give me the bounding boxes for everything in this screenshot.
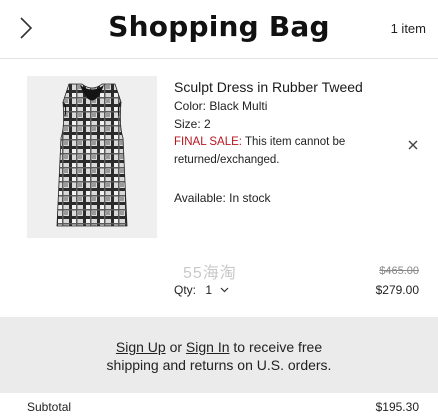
- subtotal-label: Subtotal: [27, 400, 72, 414]
- size-value: 2: [204, 117, 211, 131]
- qty-value: 1: [205, 283, 213, 297]
- product-info: Sculpt Dress in Rubber Tweed Color: Blac…: [174, 79, 394, 207]
- color-value: Black Multi: [209, 99, 268, 113]
- sign-up-link[interactable]: Sign Up: [116, 339, 166, 355]
- product-color: Color: Black Multi: [174, 97, 394, 115]
- dress-image: [56, 83, 128, 227]
- subtotal-value: $195.30: [375, 400, 419, 414]
- promo-line-2: shipping and returns on U.S. orders.: [106, 357, 332, 373]
- promo-or: or: [169, 339, 183, 355]
- header: Shopping Bag 1 item: [0, 0, 438, 58]
- close-icon: [408, 140, 418, 150]
- signin-promo-banner: Sign Up or Sign In to receive free shipp…: [0, 317, 438, 393]
- availability-label: Available:: [174, 191, 226, 205]
- product-name[interactable]: Sculpt Dress in Rubber Tweed: [174, 79, 394, 97]
- quantity-control: Qty: 1: [174, 282, 229, 298]
- promo-suffix: to receive free: [233, 339, 323, 355]
- item-count: 1 item: [390, 21, 426, 36]
- availability-value: In stock: [229, 191, 271, 205]
- subtotal-row: Subtotal $195.30: [0, 398, 438, 418]
- cart-item: Sculpt Dress in Rubber Tweed Color: Blac…: [0, 59, 438, 317]
- chevron-down-icon: [220, 287, 229, 293]
- watermark: 55海淘: [183, 265, 237, 282]
- remove-item-button[interactable]: [406, 138, 420, 152]
- qty-label: Qty:: [174, 283, 197, 297]
- original-price: $465.00: [379, 265, 419, 277]
- size-label: Size:: [174, 117, 201, 131]
- quantity-select[interactable]: 1: [205, 282, 229, 298]
- color-label: Color:: [174, 99, 207, 113]
- sale-price: $279.00: [375, 283, 419, 297]
- product-size: Size: 2: [174, 115, 394, 133]
- final-sale-label: FINAL SALE:: [174, 136, 242, 148]
- final-sale-notice: FINAL SALE: This item cannot be returned…: [174, 133, 384, 169]
- promo-line-1: Sign Up or Sign In to receive free: [0, 339, 438, 355]
- page-title: Shopping Bag: [108, 10, 330, 43]
- product-image[interactable]: [27, 76, 157, 238]
- sign-in-link[interactable]: Sign In: [186, 339, 230, 355]
- availability: Available: In stock: [174, 189, 394, 207]
